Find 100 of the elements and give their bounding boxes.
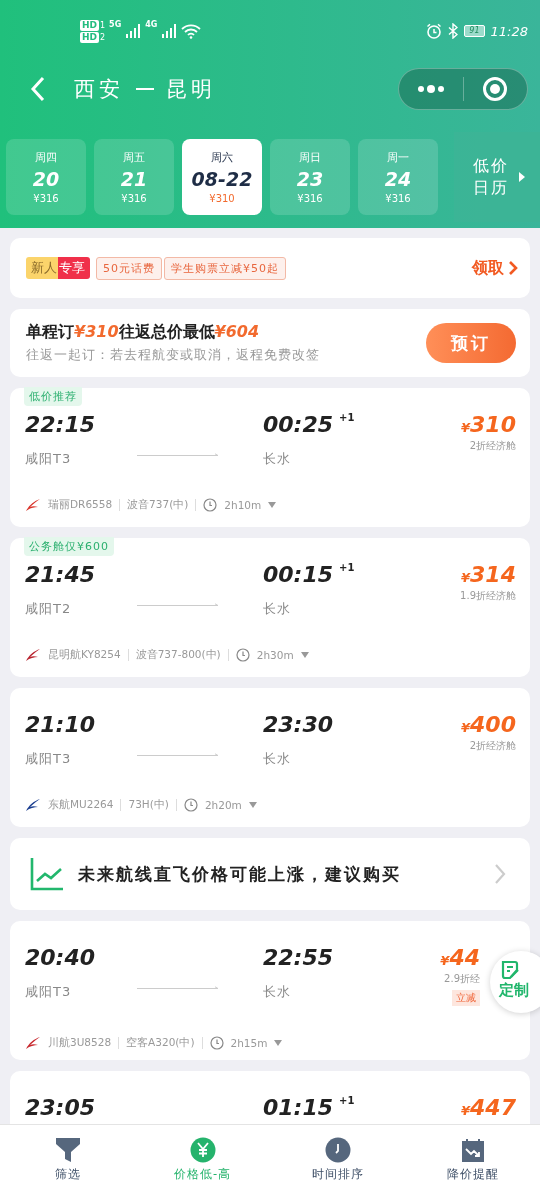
flight-duration: 2h20m	[204, 799, 242, 811]
arrival-airport: 长水	[263, 750, 292, 768]
clock-icon	[183, 798, 198, 812]
fare-price: ¥44	[440, 945, 480, 970]
dropdown-icon[interactable]	[248, 802, 257, 808]
cabin-discount: 1.9折经济舱	[460, 589, 516, 603]
filter-icon	[54, 1137, 81, 1163]
flight-number: 昆明航KY8254	[48, 648, 121, 662]
note-icon	[499, 959, 521, 981]
alarm-icon	[426, 23, 443, 39]
next-day-mark: +1	[339, 412, 355, 423]
bluetooth-icon	[448, 23, 459, 39]
route-arrow-icon	[137, 453, 219, 457]
date-tab[interactable]: 周六 08-22 ¥310	[182, 139, 262, 215]
aircraft-type: 波音737-800(中)	[135, 648, 221, 662]
sim-label: HD	[80, 31, 99, 43]
flight-number: 东航MU2264	[48, 798, 114, 812]
cabin-discount: 2折经济舱	[469, 739, 516, 753]
arrival-time: 01:15	[263, 1095, 334, 1121]
fare-price: ¥310	[461, 412, 516, 437]
dropdown-icon[interactable]	[268, 502, 277, 508]
chevron-icon	[508, 260, 518, 276]
network-label: 4G	[145, 19, 158, 29]
route-arrow-icon	[137, 603, 219, 607]
chevron-icon[interactable]	[494, 863, 506, 885]
flight-duration: 2h10m	[224, 499, 262, 511]
clock-icon	[324, 1137, 351, 1163]
airline-logo-icon	[25, 648, 41, 662]
calendar-icon	[459, 1137, 486, 1163]
back-icon[interactable]	[30, 76, 46, 102]
signal-icon	[125, 24, 142, 38]
arrival-time: 23:30	[263, 712, 334, 738]
nav-tab[interactable]: 价格低-高	[135, 1125, 270, 1200]
aircraft-type: 波音737(中)	[127, 498, 189, 512]
promo-tag: 公务舱仅¥600	[24, 537, 114, 556]
clock-icon	[209, 1036, 224, 1050]
cabin-discount: 2.9折经	[444, 972, 480, 986]
price-calendar-button[interactable]: 低价日历	[454, 132, 540, 222]
dropdown-icon[interactable]	[274, 1040, 283, 1046]
departure-airport: 咸阳T3	[25, 450, 73, 468]
trend-chart-icon	[30, 857, 64, 891]
flight-duration: 2h15m	[230, 1037, 268, 1049]
signal-icon	[161, 24, 178, 38]
discount-tag: 立减	[452, 990, 480, 1006]
arrival-time: 22:55	[263, 945, 334, 971]
round-trip-headline: 单程订¥310往返总价最低¥604	[26, 322, 261, 343]
date-tab[interactable]: 周五 21 ¥316	[94, 139, 174, 215]
more-icon	[416, 84, 445, 94]
departure-airport: 咸阳T2	[25, 600, 73, 618]
date-tab[interactable]: 周四 20 ¥316	[6, 139, 86, 215]
sim-label: HD	[80, 19, 99, 31]
airline-logo-icon	[25, 1036, 41, 1050]
network-label: 5G	[109, 19, 122, 29]
fare-price: ¥447	[461, 1095, 516, 1120]
fare-price: ¥400	[461, 712, 516, 737]
airline-logo-icon	[25, 798, 41, 812]
departure-city: 西安	[74, 76, 124, 103]
departure-time: 20:40	[25, 945, 97, 971]
caret-icon	[518, 172, 525, 182]
arrival-city: 昆明	[166, 76, 216, 103]
aircraft-type: 空客A320(中)	[126, 1036, 195, 1050]
next-day-mark: +1	[339, 562, 355, 573]
customize-button[interactable]: 定制	[490, 951, 540, 1013]
coupon-tag: 学生购票立减¥50起	[164, 256, 286, 280]
route-arrow-icon	[137, 986, 219, 990]
target-icon	[482, 76, 509, 102]
route-dash-icon	[136, 87, 154, 91]
battery-icon: 91	[464, 25, 485, 37]
sim-slot: 1	[100, 20, 106, 31]
arrival-airport: 长水	[263, 450, 292, 468]
clock-icon	[235, 648, 250, 662]
flight-number: 瑞丽DR6558	[48, 498, 113, 512]
date-tab[interactable]: 周一 24 ¥316	[358, 139, 438, 215]
book-button[interactable]: 预订	[426, 323, 516, 363]
arrival-airport: 长水	[263, 983, 292, 1001]
dropdown-icon[interactable]	[300, 652, 309, 658]
claim-button[interactable]: 领取	[472, 257, 518, 279]
route-arrow-icon	[137, 753, 219, 757]
promo-tag: 低价推荐	[24, 387, 82, 406]
clock-icon	[203, 498, 218, 512]
nav-tab[interactable]: 时间排序	[270, 1125, 405, 1200]
arrival-airport: 长水	[263, 600, 292, 618]
arrival-time: 00:15	[263, 562, 334, 588]
departure-airport: 咸阳T3	[25, 983, 73, 1001]
nav-tab[interactable]: 降价提醒	[405, 1125, 540, 1200]
yen-icon	[189, 1137, 216, 1163]
flight-number: 川航3U8528	[48, 1036, 112, 1050]
date-tab[interactable]: 周日 23 ¥316	[270, 139, 350, 215]
wifi-icon	[181, 23, 202, 39]
price-trend-message: 未来航线直飞价格可能上涨，建议购买	[78, 862, 402, 886]
aircraft-type: 73H(中)	[128, 798, 169, 812]
flight-duration: 2h30m	[256, 649, 294, 661]
sim-slot: 2	[100, 32, 106, 43]
departure-time: 22:15	[25, 412, 97, 438]
fare-price: ¥314	[461, 562, 516, 587]
airline-logo-icon	[25, 498, 41, 512]
nav-tab[interactable]: 筛选	[0, 1125, 135, 1200]
departure-time: 23:05	[25, 1095, 97, 1121]
clock-time: 11:28	[490, 23, 528, 39]
departure-time: 21:10	[25, 712, 97, 738]
